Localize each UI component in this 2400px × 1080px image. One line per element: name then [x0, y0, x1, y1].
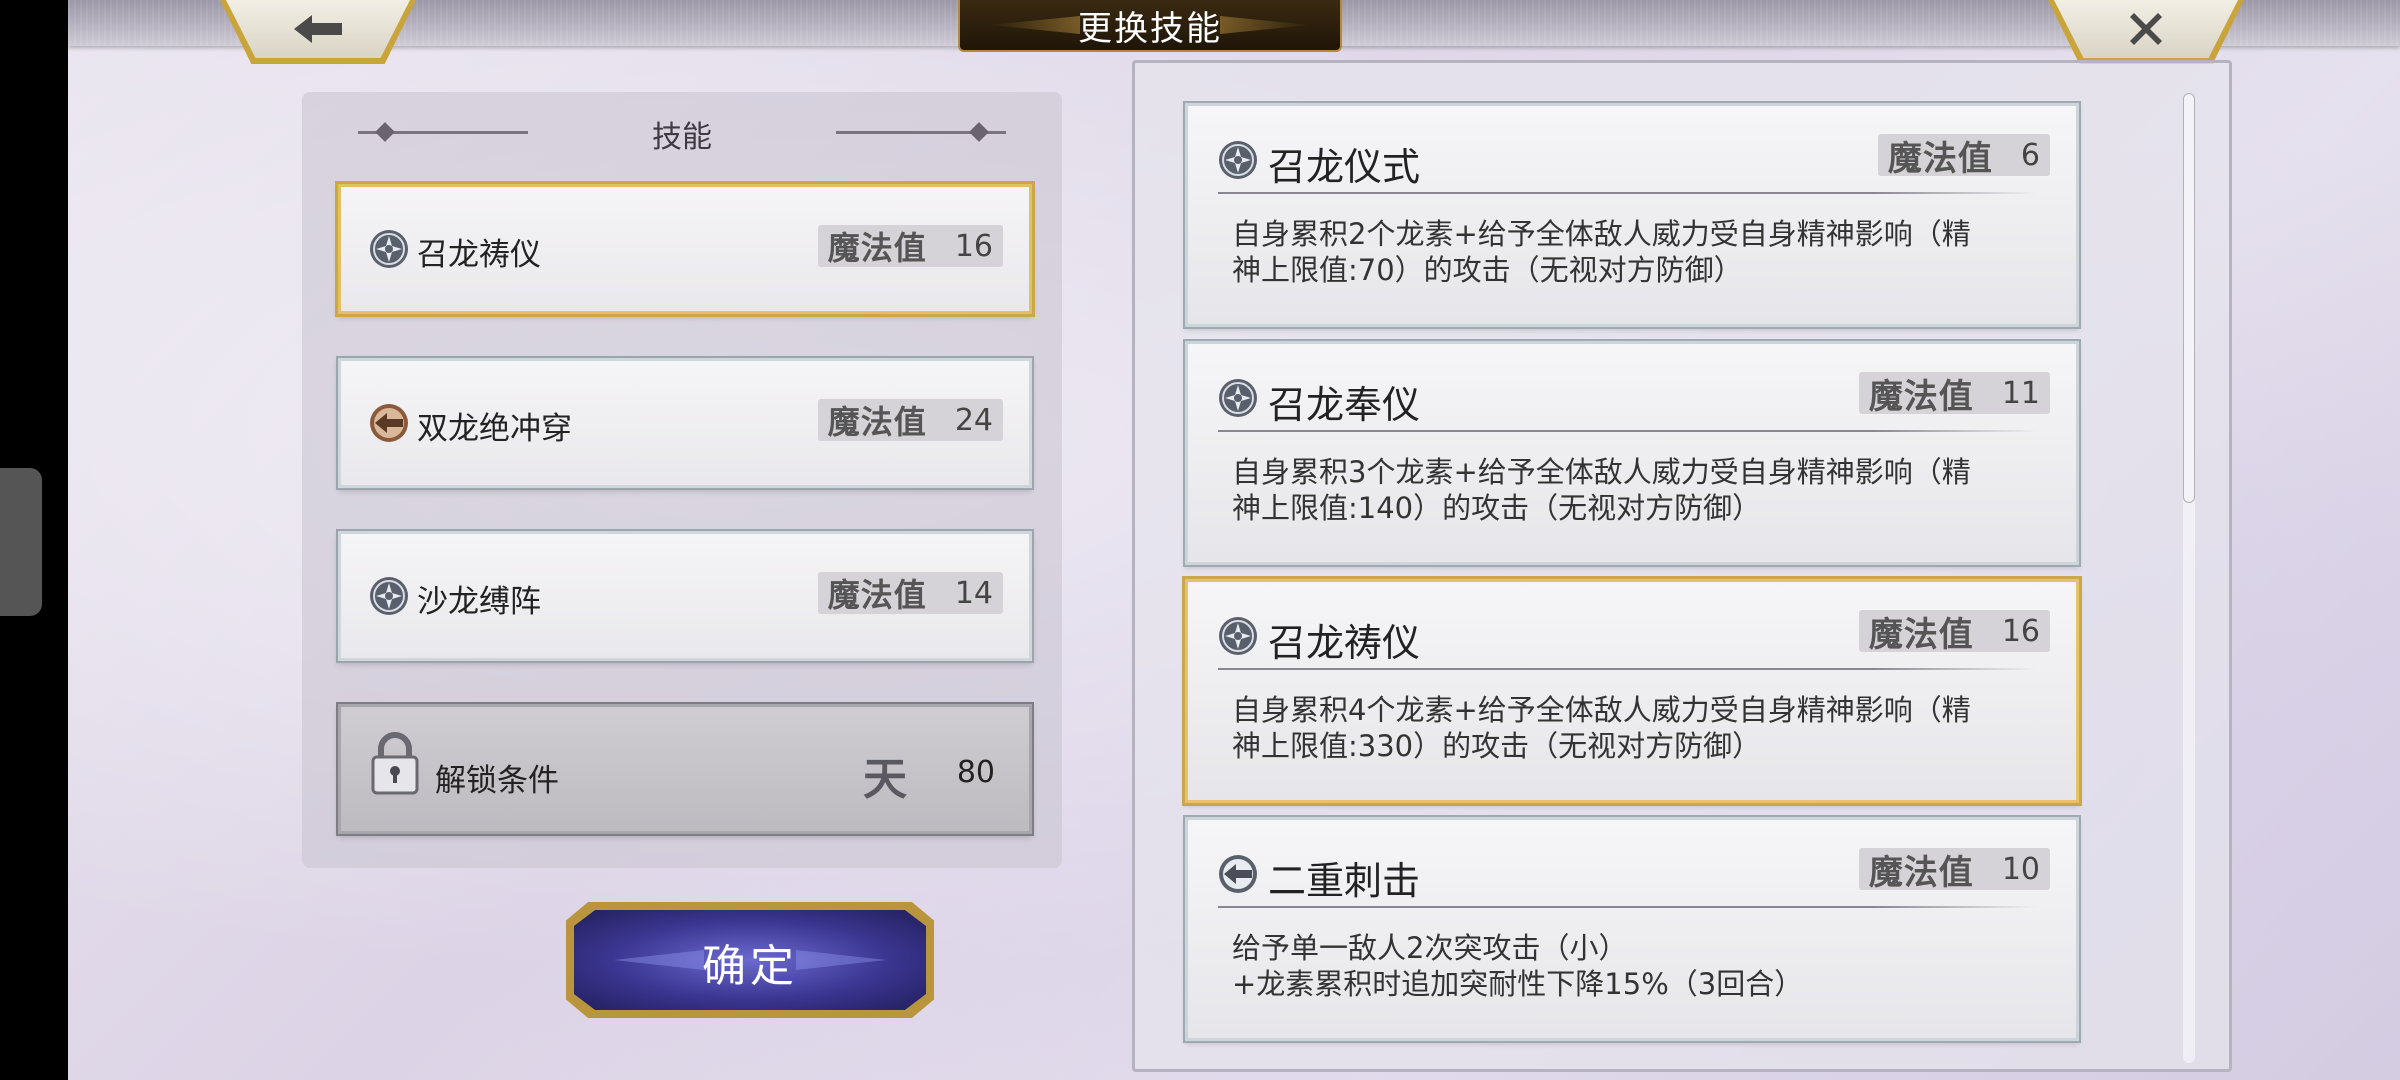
description-line: 给予单一敌人2次突攻击（小） — [1232, 931, 1628, 965]
slot-skill-name: 召龙祷仪 — [417, 237, 541, 273]
description-line: 神上限值:70）的攻击（无视对方防御） — [1232, 253, 1743, 287]
mp-value: 10 — [2001, 851, 2040, 887]
equipped-slot-2[interactable]: 双龙绝冲穿 魔法值 24 — [338, 358, 1032, 488]
description-line: 自身累积3个龙素+给予全体敌人威力受自身精神影响（精 — [1232, 455, 1971, 489]
skill-list-scrollbar[interactable] — [2183, 93, 2195, 1063]
skill-name: 召龙奉仪 — [1268, 383, 1421, 427]
mp-value: 11 — [2001, 375, 2040, 411]
pierce-icon — [370, 404, 408, 442]
skill-card-3[interactable]: 召龙祷仪 魔法值 16 自身累积4个龙素+给予全体敌人威力受自身精神影响（精 神… — [1185, 579, 2079, 803]
magic-circle-icon — [1219, 141, 1257, 179]
mp-badge: 魔法值 10 — [1858, 848, 2050, 893]
skill-description: 自身累积3个龙素+给予全体敌人威力受自身精神影响（精 神上限值:140）的攻击（… — [1232, 454, 2046, 526]
locked-slot[interactable]: 解锁条件 天 80 — [338, 704, 1032, 834]
slot-skill-name: 沙龙缚阵 — [417, 584, 541, 620]
skill-list-panel[interactable]: 召龙仪式 魔法值 6 自身累积2个龙素+给予全体敌人威力受自身精神影响（精 神上… — [1132, 60, 2232, 1072]
close-icon — [2130, 13, 2162, 45]
confirm-button[interactable]: 确定 — [566, 902, 934, 1018]
unlock-condition-label: 解锁条件 — [435, 763, 559, 799]
equipped-slot-1[interactable]: 召龙祷仪 魔法值 16 — [338, 184, 1032, 314]
panel-header: 技能 — [302, 112, 1062, 155]
mp-badge: 魔法值 24 — [817, 399, 1003, 441]
card-divider — [1218, 192, 2036, 194]
skill-name: 召龙祷仪 — [1268, 621, 1421, 665]
confirm-button-label: 确定 — [702, 941, 798, 992]
skill-description: 自身累积4个龙素+给予全体敌人威力受自身精神影响（精 神上限值:330）的攻击（… — [1232, 692, 2046, 764]
skill-change-screen: 更换技能 技能 召龙祷仪 魔法值 16 双龙绝冲穿 魔法值 24 沙龙缚阵 魔法… — [68, 0, 2400, 1080]
mp-label: 魔法值 — [827, 576, 927, 614]
card-divider — [1218, 668, 2036, 670]
mp-label: 魔法值 — [1868, 376, 1974, 417]
title-plate: 更换技能 — [958, 0, 1342, 52]
skill-card-2[interactable]: 召龙奉仪 魔法值 11 自身累积3个龙素+给予全体敌人威力受自身精神影响（精 神… — [1185, 341, 2079, 565]
lock-icon — [371, 732, 419, 795]
card-divider — [1218, 430, 2036, 432]
mp-value: 16 — [954, 228, 993, 264]
magic-circle-icon — [1219, 617, 1257, 655]
close-button[interactable] — [2054, 0, 2238, 58]
description-line: +龙素累积时追加突耐性下降15%（3回合） — [1232, 967, 1804, 1001]
rank-requirement: 天 — [863, 754, 907, 805]
page-title: 更换技能 — [1078, 8, 1222, 49]
unlock-value: 80 — [956, 755, 995, 790]
mp-label: 魔法值 — [1868, 852, 1974, 893]
mp-badge: 魔法值 16 — [1858, 610, 2050, 655]
equipped-skills-panel: 技能 召龙祷仪 魔法值 16 双龙绝冲穿 魔法值 24 沙龙缚阵 魔法值 14 … — [302, 92, 1062, 868]
card-divider — [1218, 906, 2036, 908]
skill-card-4[interactable]: 二重刺击 魔法值 10 给予单一敌人2次突攻击（小） +龙素累积时追加突耐性下降… — [1185, 817, 2079, 1041]
mp-label: 魔法值 — [1887, 138, 1993, 179]
magic-circle-icon — [370, 577, 408, 615]
system-edge-handle[interactable] — [0, 468, 42, 616]
mp-badge: 魔法值 11 — [1858, 372, 2050, 417]
magic-circle-icon — [1219, 379, 1257, 417]
description-line: 自身累积2个龙素+给予全体敌人威力受自身精神影响（精 — [1232, 217, 1971, 251]
skill-description: 给予单一敌人2次突攻击（小） +龙素累积时追加突耐性下降15%（3回合） — [1232, 930, 2046, 1002]
description-line: 自身累积4个龙素+给予全体敌人威力受自身精神影响（精 — [1232, 693, 1971, 727]
mp-badge: 魔法值 6 — [1877, 134, 2050, 179]
description-line: 神上限值:140）的攻击（无视对方防御） — [1232, 491, 1762, 525]
pierce-icon — [1219, 855, 1257, 893]
back-button[interactable] — [226, 0, 410, 58]
arrow-left-icon — [294, 15, 342, 43]
magic-circle-icon — [370, 230, 408, 268]
mp-label: 魔法值 — [827, 229, 927, 267]
mp-label: 魔法值 — [827, 403, 927, 441]
slot-skill-name: 双龙绝冲穿 — [417, 411, 572, 447]
panel-heading: 技能 — [652, 120, 712, 155]
skill-card-1[interactable]: 召龙仪式 魔法值 6 自身累积2个龙素+给予全体敌人威力受自身精神影响（精 神上… — [1185, 103, 2079, 327]
skill-description: 自身累积2个龙素+给予全体敌人威力受自身精神影响（精 神上限值:70）的攻击（无… — [1232, 216, 2046, 288]
mp-value: 16 — [2001, 613, 2040, 649]
mp-badge: 魔法值 16 — [817, 225, 1003, 267]
description-line: 神上限值:330）的攻击（无视对方防御） — [1232, 729, 1762, 763]
header-ornament-right — [836, 131, 1006, 134]
mp-value: 6 — [2020, 137, 2040, 173]
skill-name: 二重刺击 — [1268, 859, 1421, 903]
equipped-slot-3[interactable]: 沙龙缚阵 魔法值 14 — [338, 531, 1032, 661]
skill-name: 召龙仪式 — [1268, 145, 1421, 189]
mp-value: 24 — [954, 402, 993, 438]
mp-label: 魔法值 — [1868, 614, 1974, 655]
scrollbar-thumb[interactable] — [2183, 93, 2195, 503]
mp-value: 14 — [954, 575, 993, 611]
mp-badge: 魔法值 14 — [817, 572, 1003, 614]
